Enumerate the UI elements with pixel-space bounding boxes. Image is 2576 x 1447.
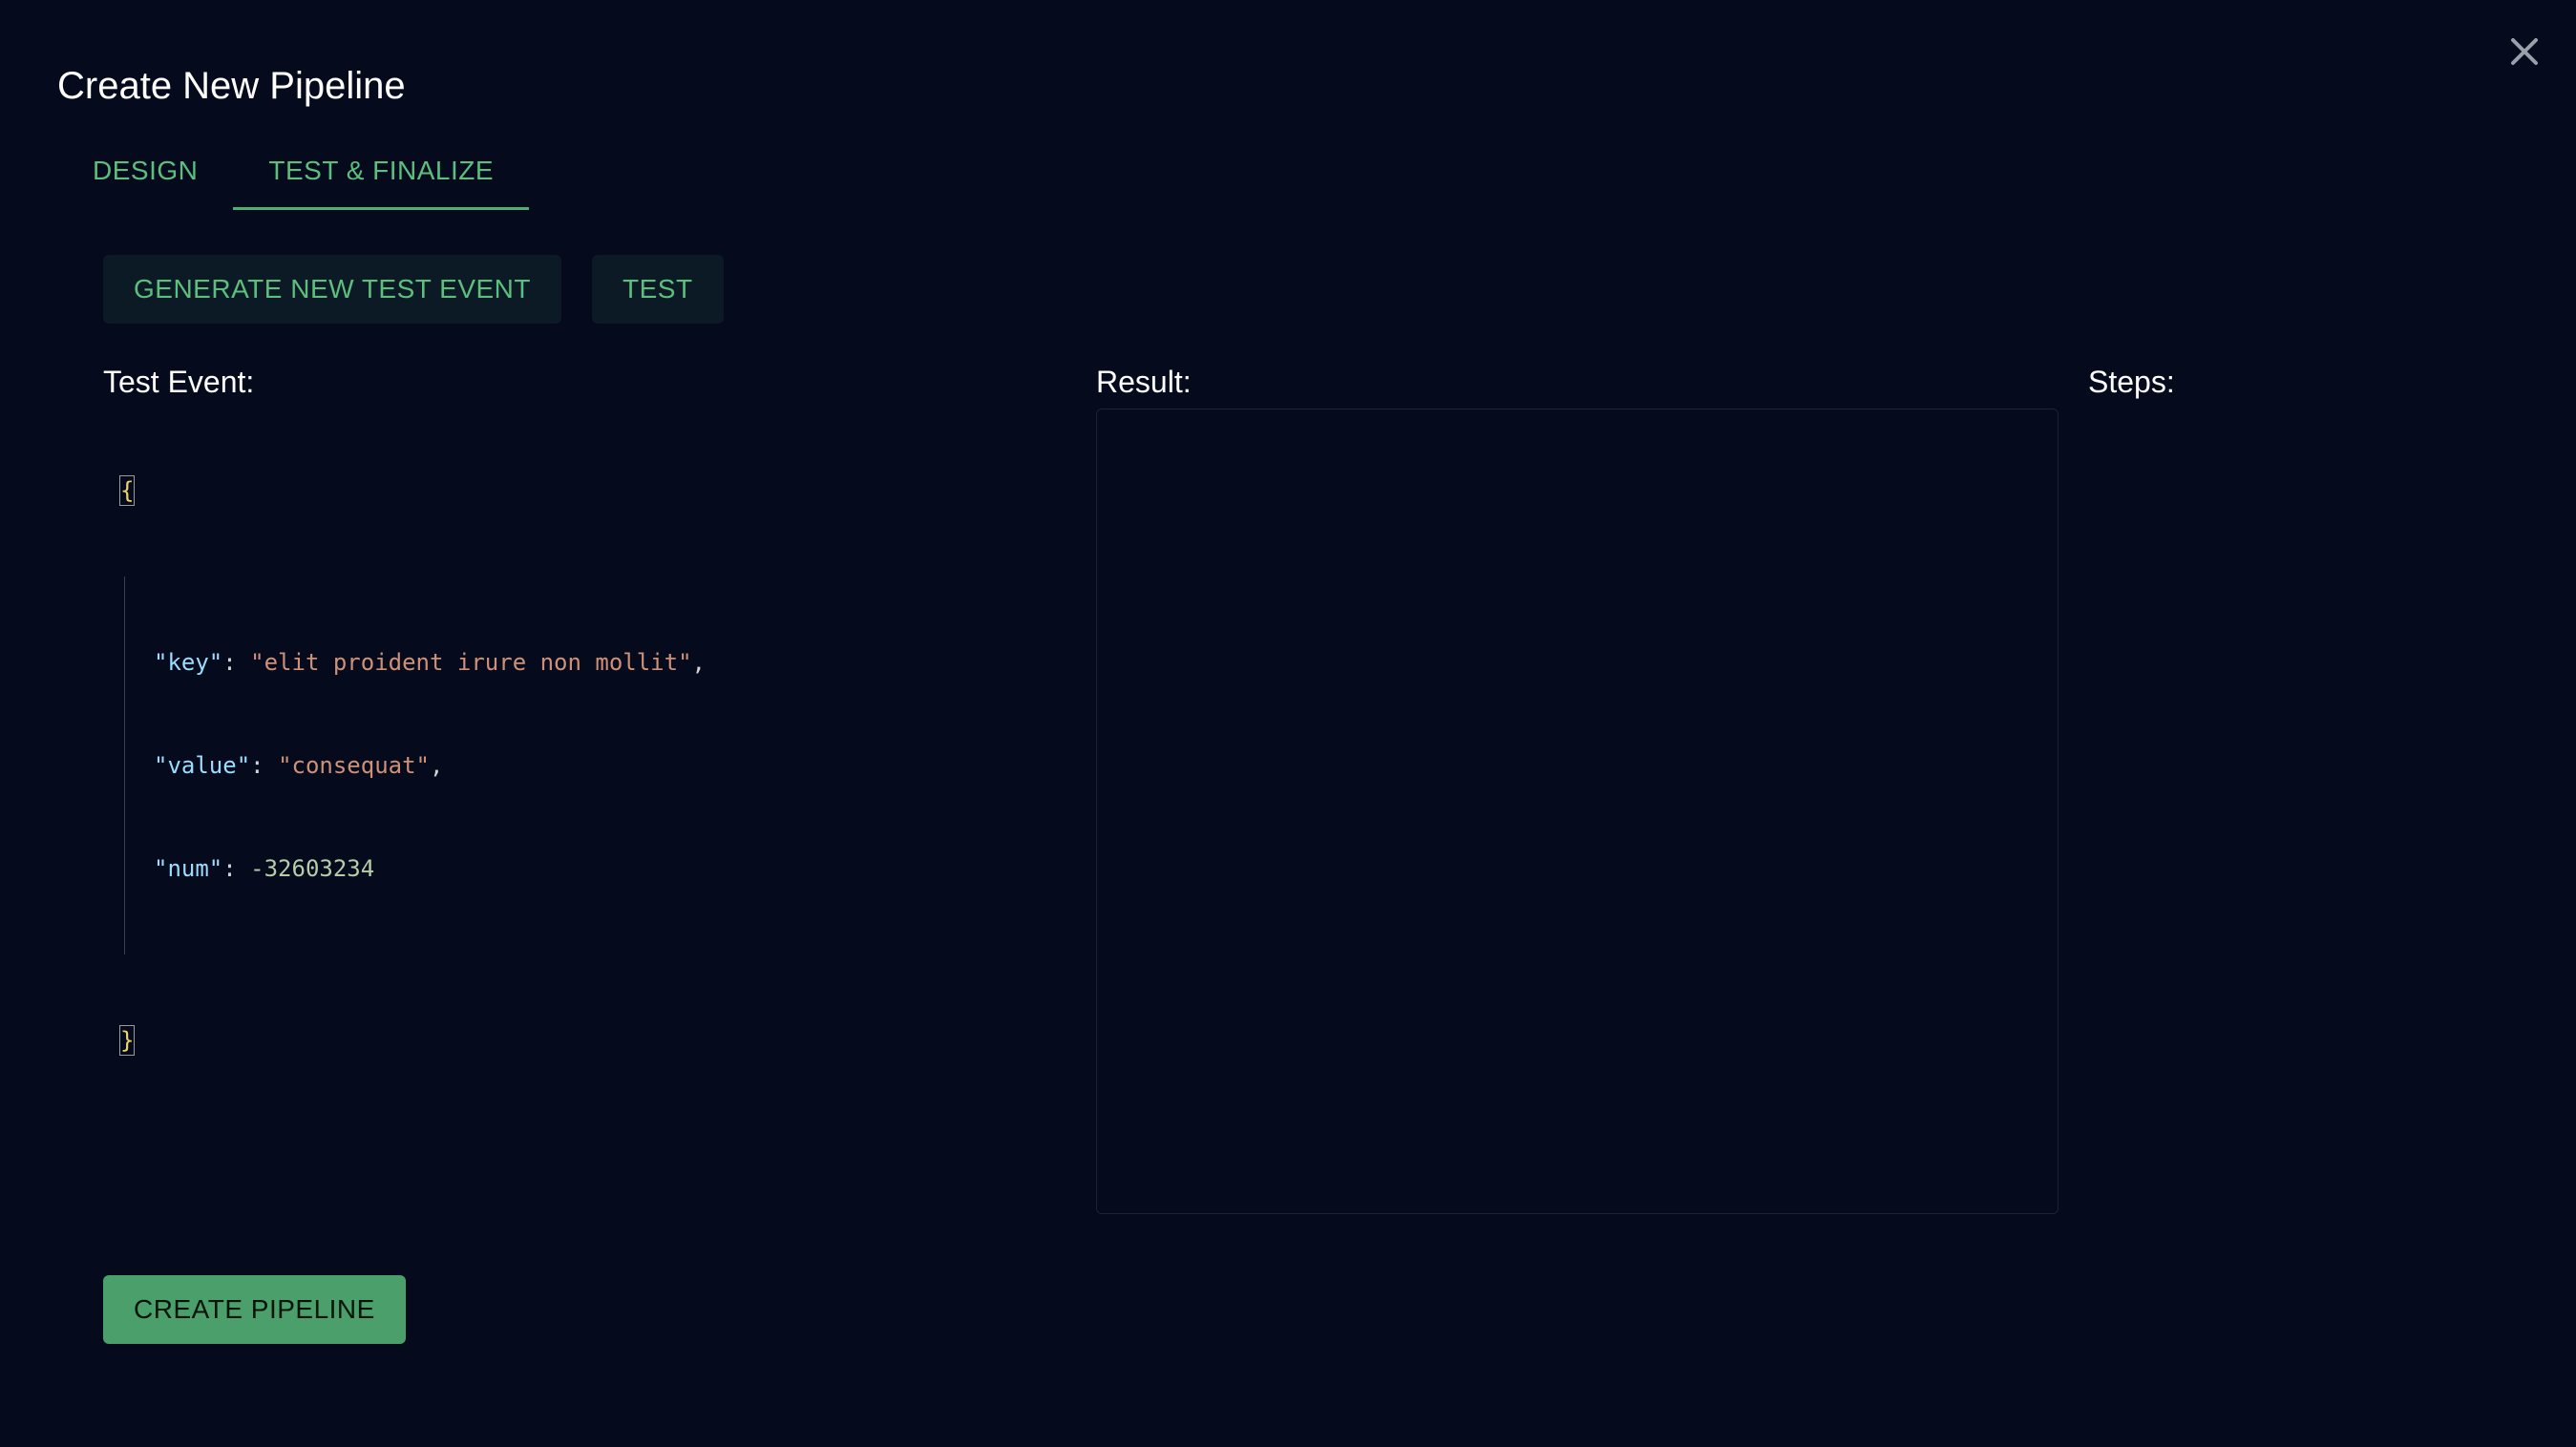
pipeline-dialog: Create New Pipeline DESIGN TEST & FINALI… (0, 0, 2576, 1447)
create-pipeline-button[interactable]: CREATE PIPELINE (103, 1275, 406, 1344)
json-value: "consequat" (278, 752, 431, 779)
json-field: "num": -32603234 (154, 855, 375, 882)
json-field: "value": "consequat", (154, 752, 444, 779)
close-button[interactable] (2502, 29, 2547, 74)
json-key: "value" (154, 752, 251, 779)
json-field: "key": "elit proident irure non mollit", (154, 649, 706, 676)
tab-design[interactable]: DESIGN (57, 134, 233, 210)
json-close-brace: } (118, 1025, 136, 1056)
result-panel (1096, 409, 2059, 1214)
steps-label: Steps: (2088, 365, 2175, 399)
dialog-title: Create New Pipeline (57, 65, 406, 107)
test-button[interactable]: TEST (592, 255, 724, 324)
json-key: "key" (154, 649, 223, 676)
tab-bar: DESIGN TEST & FINALIZE (57, 134, 530, 210)
json-value: -32603234 (250, 855, 375, 882)
generate-test-event-button[interactable]: GENERATE NEW TEST EVENT (103, 255, 562, 324)
json-open-brace: { (118, 475, 136, 506)
tab-test-finalize[interactable]: TEST & FINALIZE (233, 134, 530, 210)
json-value: "elit proident irure non mollit" (250, 649, 692, 676)
result-label: Result: (1096, 365, 1192, 399)
json-key: "num" (154, 855, 223, 882)
json-body: "key": "elit proident irure non mollit",… (124, 577, 706, 954)
test-event-label: Test Event: (103, 365, 255, 399)
test-actions: GENERATE NEW TEST EVENT TEST (103, 255, 724, 324)
test-event-json[interactable]: { "key": "elit proident irure non mollit… (118, 405, 706, 1126)
close-icon (2511, 38, 2538, 65)
